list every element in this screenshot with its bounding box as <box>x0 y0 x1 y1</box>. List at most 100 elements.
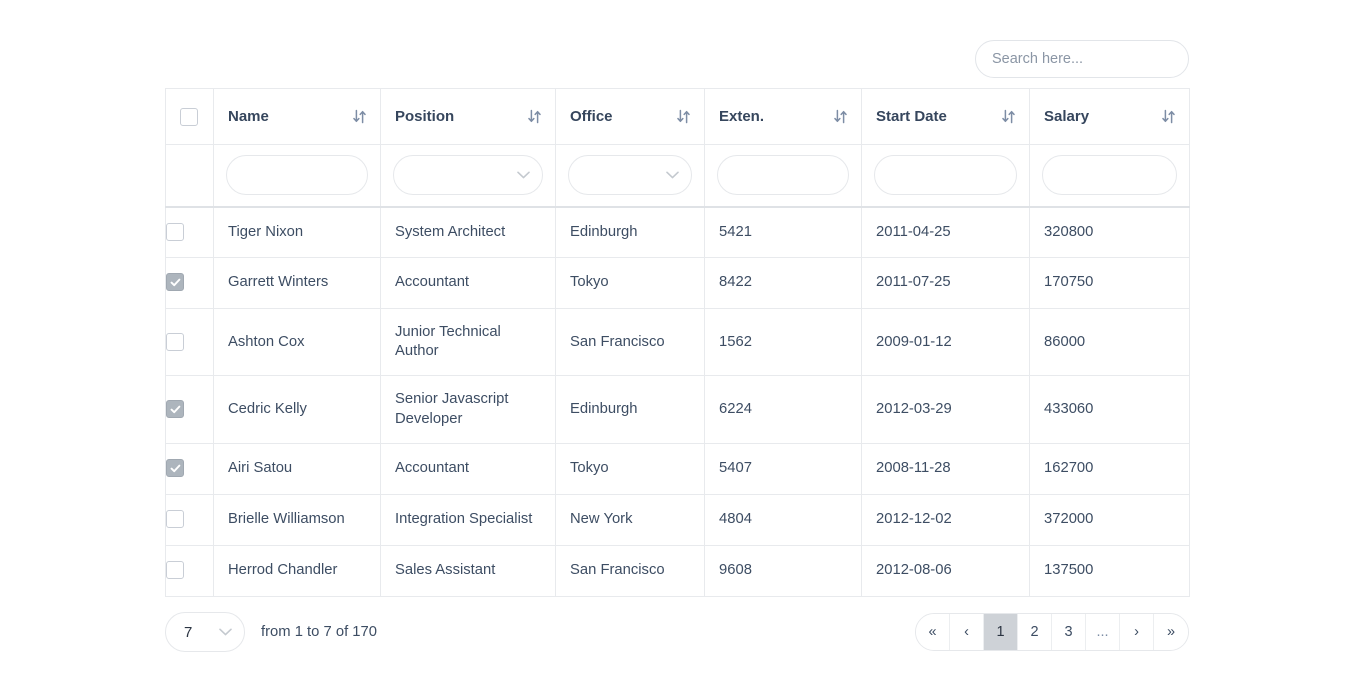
pagination-ellipsis: ... <box>1086 614 1120 650</box>
pagination-next[interactable]: › <box>1120 614 1154 650</box>
cell-name: Cedric Kelly <box>213 375 381 444</box>
cell-name: Garrett Winters <box>213 257 381 309</box>
cell-position: Senior Javascript Developer <box>380 375 556 444</box>
cell-name: Herrod Chandler <box>213 544 381 597</box>
filter-cell-position <box>380 144 556 208</box>
sort-icon[interactable] <box>528 109 541 124</box>
header-label-salary: Salary <box>1044 108 1090 125</box>
cell-office: Tokyo <box>555 442 705 495</box>
pagination-page-3[interactable]: 3 <box>1052 614 1086 650</box>
cell-salary: 372000 <box>1029 493 1190 546</box>
filter-row <box>165 144 1190 208</box>
cell-extension: 5407 <box>704 442 862 495</box>
search-row <box>165 40 1189 78</box>
row-checkbox-cell <box>165 375 214 444</box>
row-checkbox[interactable] <box>166 332 184 351</box>
pagination-previous[interactable]: ‹ <box>950 614 984 650</box>
cell-position: System Architect <box>380 206 556 258</box>
header-cell-start-date[interactable]: Start Date <box>861 88 1030 145</box>
filter-cell-salary <box>1029 144 1190 208</box>
row-checkbox[interactable] <box>166 459 184 478</box>
header-label-office: Office <box>570 108 613 125</box>
cell-salary: 86000 <box>1029 307 1190 377</box>
cell-start-date: 2011-04-25 <box>861 206 1030 258</box>
table-row[interactable]: Tiger Nixon System Architect Edinburgh 5421… <box>165 206 1190 258</box>
pagination-first[interactable]: « <box>916 614 950 650</box>
filter-select-position[interactable] <box>393 155 543 196</box>
cell-salary: 162700 <box>1029 442 1190 495</box>
select-all-checkbox[interactable] <box>180 107 198 126</box>
data-table-container: Name Position Office Exten. Start Date S… <box>165 88 1190 597</box>
sort-icon[interactable] <box>1162 109 1175 124</box>
sort-icon[interactable] <box>677 109 690 124</box>
cell-start-date: 2011-07-25 <box>861 257 1030 309</box>
page-size-select[interactable]: 7102550100 <box>165 612 245 652</box>
cell-office: Edinburgh <box>555 375 705 444</box>
filter-cell-name <box>213 144 381 208</box>
pagination: «‹ 1 2 3... ›» <box>915 613 1189 651</box>
table-header: Name Position Office Exten. Start Date S… <box>165 88 1190 208</box>
table-body: Tiger Nixon System Architect Edinburgh 5421… <box>165 206 1190 597</box>
table-footer: 7102550100 from 1 to 7 of 170 «‹123...›» <box>165 610 1189 654</box>
header-label-start-date: Start Date <box>876 108 947 125</box>
cell-start-date: 2008-11-28 <box>861 442 1030 495</box>
row-checkbox[interactable] <box>166 400 184 419</box>
cell-position: Integration Specialist <box>380 493 556 546</box>
pagination-page-2[interactable]: 2 <box>1018 614 1052 650</box>
cell-salary: 433060 <box>1029 375 1190 444</box>
cell-office: San Francisco <box>555 307 705 377</box>
header-label-name: Name <box>228 108 269 125</box>
pagination-last[interactable]: » <box>1154 614 1188 650</box>
row-checkbox[interactable] <box>166 273 184 292</box>
row-checkbox[interactable] <box>166 510 184 529</box>
filter-cell-checkbox <box>165 144 214 208</box>
sort-icon[interactable] <box>834 109 847 124</box>
sort-icon[interactable] <box>353 109 366 124</box>
header-cell-salary[interactable]: Salary <box>1029 88 1190 145</box>
cell-position: Junior Technical Author <box>380 307 556 377</box>
cell-extension: 5421 <box>704 206 862 258</box>
cell-salary: 170750 <box>1029 257 1190 309</box>
table-row[interactable]: Airi Satou Accountant Tokyo 5407 2008-11-28 1… <box>165 442 1190 495</box>
filter-input-name[interactable] <box>226 155 368 196</box>
table-row[interactable]: Cedric Kelly Senior Javascript Developer E… <box>165 375 1190 444</box>
header-row: Name Position Office Exten. Start Date S… <box>165 88 1190 145</box>
cell-name: Brielle Williamson <box>213 493 381 546</box>
table-row[interactable]: Brielle Williamson Integration Specialist… <box>165 493 1190 546</box>
row-checkbox-cell <box>165 544 214 597</box>
header-cell-position[interactable]: Position <box>380 88 556 145</box>
header-cell-name[interactable]: Name <box>213 88 381 145</box>
cell-start-date: 2012-12-02 <box>861 493 1030 546</box>
row-checkbox[interactable] <box>166 222 184 241</box>
table-row[interactable]: Ashton Cox Junior Technical Author San Fra… <box>165 307 1190 377</box>
cell-extension: 8422 <box>704 257 862 309</box>
filter-select-office[interactable] <box>568 155 692 196</box>
search-input[interactable] <box>975 40 1189 78</box>
pagination-page-1[interactable]: 1 <box>984 614 1018 650</box>
cell-start-date: 2012-08-06 <box>861 544 1030 597</box>
filter-input-salary[interactable] <box>1042 155 1177 196</box>
cell-office: Tokyo <box>555 257 705 309</box>
row-checkbox-cell <box>165 206 214 258</box>
cell-office: Edinburgh <box>555 206 705 258</box>
cell-extension: 1562 <box>704 307 862 377</box>
cell-position: Accountant <box>380 442 556 495</box>
row-checkbox-cell <box>165 307 214 377</box>
row-checkbox[interactable] <box>166 561 184 580</box>
header-cell-extension[interactable]: Exten. <box>704 88 862 145</box>
header-cell-office[interactable]: Office <box>555 88 705 145</box>
header-label-extension: Exten. <box>719 108 765 125</box>
datatable-page: Name Position <box>0 0 1354 696</box>
filter-cell-start-date <box>861 144 1030 208</box>
cell-start-date: 2009-01-12 <box>861 307 1030 377</box>
header-select-all-cell <box>165 88 214 145</box>
row-checkbox-cell <box>165 257 214 309</box>
filter-input-extension[interactable] <box>717 155 849 196</box>
filter-input-start-date[interactable] <box>874 155 1017 196</box>
row-checkbox-cell <box>165 442 214 495</box>
filter-cell-office <box>555 144 705 208</box>
table-row[interactable]: Garrett Winters Accountant Tokyo 8422 2011-0… <box>165 257 1190 309</box>
table-row[interactable]: Herrod Chandler Sales Assistant San Franci… <box>165 544 1190 597</box>
sort-icon[interactable] <box>1002 109 1015 124</box>
footer-left: 7102550100 from 1 to 7 of 170 <box>165 612 377 652</box>
